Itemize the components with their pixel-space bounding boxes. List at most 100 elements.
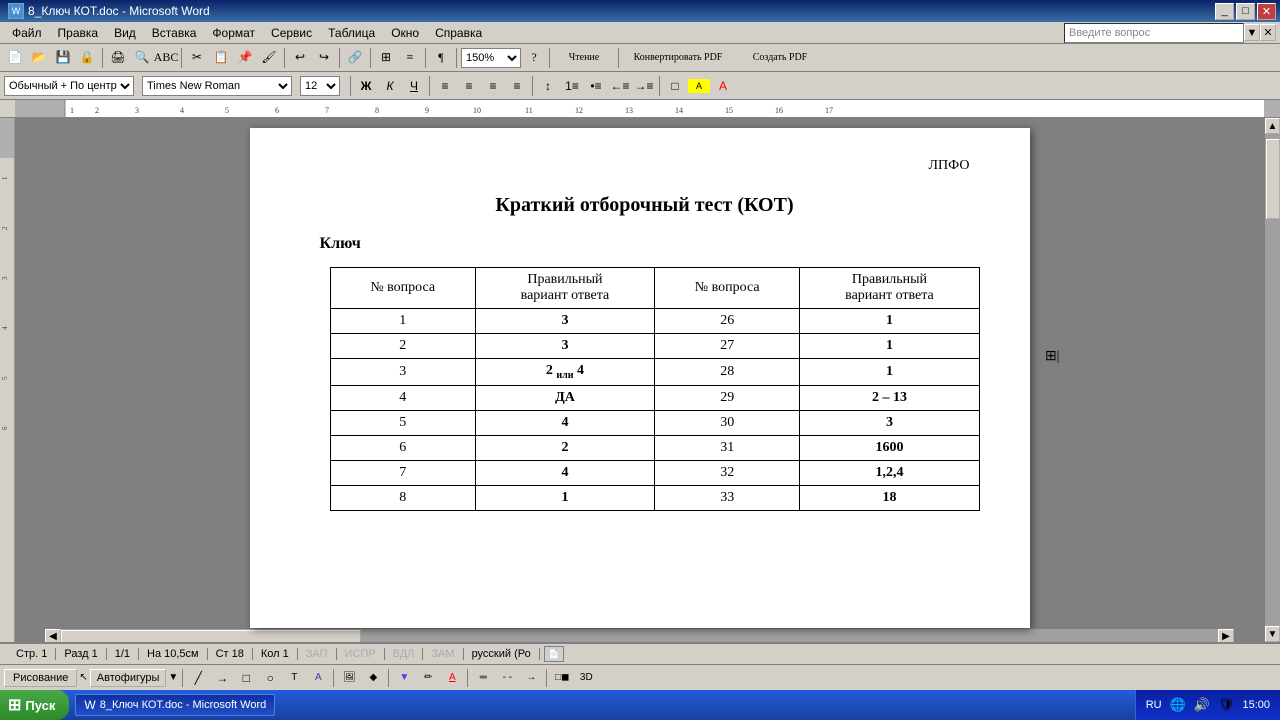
menu-view[interactable]: Вид — [106, 24, 144, 42]
menu-help[interactable]: Справка — [427, 24, 490, 42]
document-scroll-area[interactable]: ЛПФО Краткий отборочный тест (КОТ) Ключ — [15, 118, 1264, 642]
save-button[interactable]: 💾 — [52, 47, 74, 69]
autoshapes-button[interactable]: Автофигуры — [90, 669, 167, 687]
align-justify-button[interactable]: ≡ — [506, 75, 528, 97]
spell-button[interactable]: ABC — [155, 47, 177, 69]
arrow-tool-button[interactable]: → — [211, 667, 233, 689]
paste-button[interactable]: 📌 — [234, 47, 256, 69]
preview-button[interactable]: 🔍 — [131, 47, 153, 69]
arrow-style-button[interactable]: → — [520, 667, 542, 689]
style-dropdown[interactable]: Обычный + По центру — [4, 76, 134, 96]
scroll-up-button[interactable]: ▲ — [1265, 118, 1280, 134]
font-dropdown[interactable]: Times New Roman — [142, 76, 292, 96]
rect-tool-button[interactable]: □ — [235, 667, 257, 689]
convert-pdf-button[interactable]: Конвертировать PDF — [623, 47, 733, 69]
reading-mode-button[interactable]: Чтение — [554, 47, 614, 69]
undo-button[interactable]: ↩ — [289, 47, 311, 69]
permission-button[interactable]: 🔒 — [76, 47, 98, 69]
h-scroll-thumb[interactable] — [61, 630, 361, 642]
minimize-button[interactable]: _ — [1215, 3, 1234, 20]
print-button[interactable]: 🖨 — [107, 47, 129, 69]
help-arrow-button[interactable]: ▼ — [1244, 24, 1260, 41]
underline-button[interactable]: Ч — [403, 75, 425, 97]
status-col: Кол 1 — [253, 648, 298, 660]
align-center-button[interactable]: ≡ — [458, 75, 480, 97]
3d-button[interactable]: 3D — [575, 667, 597, 689]
copy-button[interactable]: 📋 — [210, 47, 232, 69]
cut-button[interactable]: ✂ — [186, 47, 208, 69]
taskbar-word-app[interactable]: W 8_Ключ КОТ.doc - Microsoft Word — [75, 694, 275, 716]
scroll-down-button[interactable]: ▼ — [1265, 626, 1280, 642]
maximize-button[interactable]: □ — [1236, 3, 1255, 20]
h-scroll-track[interactable] — [61, 629, 1218, 642]
system-tray: RU 🌐 🔊 🛡 15:00 — [1135, 690, 1280, 720]
open-button[interactable]: 📂 — [28, 47, 50, 69]
align-right-button[interactable]: ≡ — [482, 75, 504, 97]
increase-indent-button[interactable]: →≡ — [633, 75, 655, 97]
wordart-button[interactable]: A — [307, 667, 329, 689]
help-search-box[interactable]: Введите вопрос — [1064, 23, 1244, 43]
svg-text:5: 5 — [225, 106, 229, 115]
menu-format[interactable]: Формат — [204, 24, 263, 42]
bullets-button[interactable]: •≡ — [585, 75, 607, 97]
menu-window[interactable]: Окно — [383, 24, 427, 42]
menu-insert[interactable]: Вставка — [144, 24, 205, 42]
scroll-right-button[interactable]: ▶ — [1218, 629, 1234, 643]
a2-2: 1 — [800, 334, 979, 359]
line-tool-button[interactable]: ╱ — [187, 667, 209, 689]
vertical-scrollbar[interactable]: ▲ ▼ — [1264, 118, 1280, 642]
table-row: 4 ДА 29 2 – 13 — [330, 385, 979, 410]
word-page: ЛПФО Краткий отборочный тест (КОТ) Ключ — [250, 128, 1030, 628]
bold-button[interactable]: Ж — [355, 75, 377, 97]
border-button[interactable]: □ — [664, 75, 686, 97]
menu-file[interactable]: Файл — [4, 24, 50, 42]
scroll-left-button[interactable]: ◀ — [45, 629, 61, 643]
v-scroll-track[interactable] — [1265, 134, 1280, 626]
table-row: 1 3 26 1 — [330, 309, 979, 334]
shadow-button[interactable]: □◼ — [551, 667, 573, 689]
italic-button[interactable]: К — [379, 75, 401, 97]
menu-edit[interactable]: Правка — [50, 24, 107, 42]
v-scroll-thumb[interactable] — [1266, 139, 1280, 219]
align-left-button[interactable]: ≡ — [434, 75, 456, 97]
line-style-button[interactable]: ═ — [472, 667, 494, 689]
menu-table[interactable]: Таблица — [320, 24, 383, 42]
columns-button[interactable]: ≡ — [399, 47, 421, 69]
show-hide-button[interactable]: ¶ — [430, 47, 452, 69]
highlight-button[interactable]: A — [688, 79, 710, 93]
font-color-button[interactable]: A — [712, 75, 734, 97]
sep6 — [425, 48, 426, 68]
hyperlink-button[interactable]: 🔗 — [344, 47, 366, 69]
table-button[interactable]: ⊞ — [375, 47, 397, 69]
q1-3: 3 — [330, 359, 475, 386]
ruler-marks: 1 2 3 4 5 6 7 8 9 10 11 12 13 14 15 16 1… — [65, 100, 1264, 117]
dash-style-button[interactable]: - - — [496, 667, 518, 689]
line-spacing-button[interactable]: ↕ — [537, 75, 559, 97]
horizontal-scrollbar[interactable]: ◀ ▶ — [45, 628, 1234, 642]
decrease-indent-button[interactable]: ←≡ — [609, 75, 631, 97]
textbox-tool-button[interactable]: T — [283, 667, 305, 689]
oval-tool-button[interactable]: ○ — [259, 667, 281, 689]
zoom-dropdown[interactable]: 150% — [461, 48, 521, 68]
help-close-button[interactable]: ✕ — [1260, 24, 1276, 41]
table-row: 7 4 32 1,2,4 — [330, 460, 979, 485]
diagram-button[interactable]: ◆ — [362, 667, 384, 689]
font-size-dropdown[interactable]: 12 — [300, 76, 340, 96]
draw-button[interactable]: Рисование — [4, 669, 77, 687]
format-painter-button[interactable]: 🖌 — [258, 47, 280, 69]
table-row: 5 4 30 3 — [330, 410, 979, 435]
close-button[interactable]: ✕ — [1257, 3, 1276, 20]
zoom-help-button[interactable]: ? — [523, 47, 545, 69]
fill-color-button[interactable]: ▼ — [393, 667, 415, 689]
line-color-button[interactable]: ✏ — [417, 667, 439, 689]
start-button[interactable]: ⊞ Пуск — [0, 690, 69, 720]
clip-art-button[interactable]: 🖼 — [338, 667, 360, 689]
new-button[interactable]: 📄 — [4, 47, 26, 69]
menu-tools[interactable]: Сервис — [263, 24, 320, 42]
font-color-draw-button[interactable]: A — [441, 667, 463, 689]
create-pdf-button[interactable]: Создать PDF — [735, 47, 825, 69]
redo-button[interactable]: ↪ — [313, 47, 335, 69]
svg-text:3: 3 — [1, 276, 9, 280]
numbering-button[interactable]: 1≡ — [561, 75, 583, 97]
a2-5: 3 — [800, 410, 979, 435]
